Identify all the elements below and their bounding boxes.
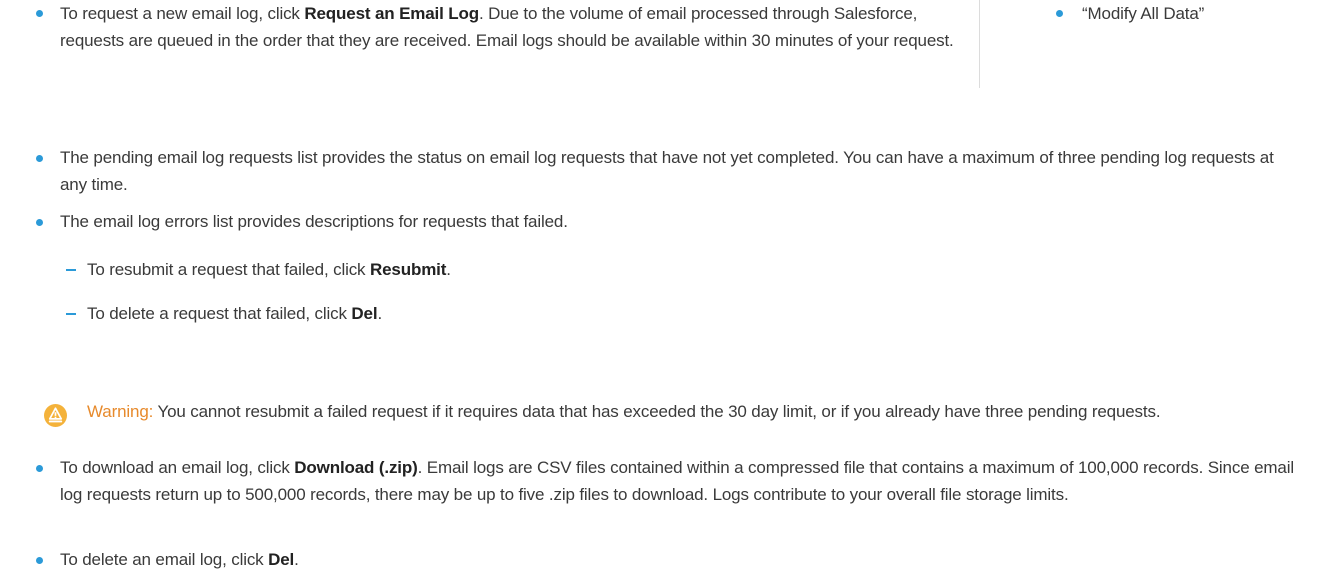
list-item-download: To download an email log, click Download…	[60, 454, 1305, 508]
request-log-pre: To request a new email log, click	[60, 4, 305, 23]
delete-failed-pre: To delete a request that failed, click	[87, 304, 352, 323]
warning-label: Warning:	[87, 402, 154, 421]
delete-failed-bold: Del	[351, 304, 378, 323]
request-log-bold: Request an Email Log	[304, 4, 479, 23]
resubmit-bold: Resubmit	[369, 260, 447, 279]
warning-note: Warning: You cannot resubmit a failed re…	[87, 398, 1257, 425]
sidebar-permission-text: “Modify All Data”	[1082, 4, 1205, 23]
bullet	[36, 219, 43, 226]
list-item-pending: The pending email log requests list prov…	[60, 144, 1295, 198]
list-item-errors: The email log errors list provides descr…	[60, 208, 1260, 235]
resubmit-post: .	[446, 260, 451, 279]
delete-failed-post: .	[377, 304, 383, 323]
bullet	[36, 557, 43, 564]
sidebar-divider	[979, 0, 980, 88]
delete-log-pre: To delete an email log, click	[60, 550, 269, 569]
delete-log-post: .	[294, 550, 299, 569]
resubmit-pre: To resubmit a request that failed, click	[87, 260, 370, 279]
sidebar-bullet	[1056, 10, 1063, 17]
download-pre: To download an email log, click	[60, 458, 295, 477]
bullet	[36, 155, 43, 162]
document-page: “Modify All Data” To request a new email…	[0, 0, 1318, 569]
dash	[66, 269, 76, 271]
sub-item-delete-failed: To delete a request that failed, click D…	[87, 300, 1237, 327]
warning-text: You cannot resubmit a failed request if …	[153, 402, 1161, 421]
dash	[66, 313, 76, 315]
warning-icon	[44, 404, 67, 427]
sidebar-permission: “Modify All Data”	[1082, 0, 1204, 27]
delete-log-bold: Del	[268, 550, 295, 569]
download-bold: Download (.zip)	[294, 458, 418, 477]
list-item-request-log: To request a new email log, click Reques…	[60, 0, 960, 54]
bullet	[36, 10, 43, 17]
sub-item-resubmit: To resubmit a request that failed, click…	[87, 256, 1237, 283]
pending-text: The pending email log requests list prov…	[60, 148, 1274, 194]
errors-text: The email log errors list provides descr…	[60, 212, 568, 231]
bullet	[36, 465, 43, 472]
